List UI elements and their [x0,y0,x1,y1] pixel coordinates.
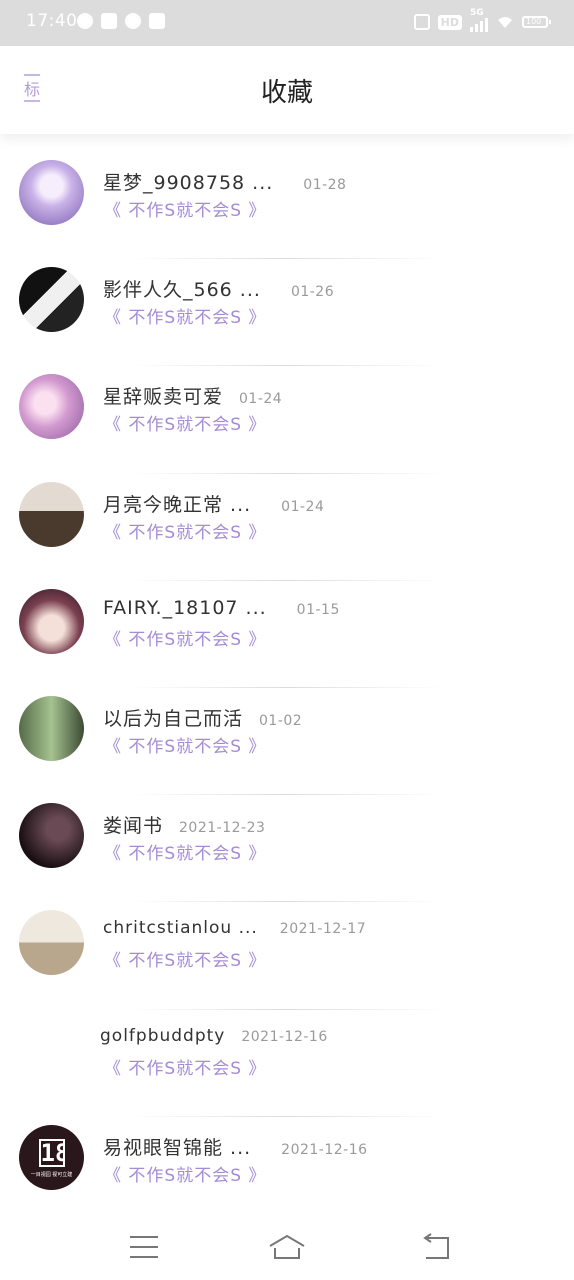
list-item[interactable]: 18 一目视园 视可立建 易视眼智锦能 ... 2021-12-16 《 不作S… [0,1117,574,1224]
status-bar: 17:40 HD 5G 100 [0,0,574,46]
list-item[interactable]: 娄闻书 2021-12-23 《 不作S就不会S 》 [0,795,574,903]
home-icon[interactable] [267,1232,307,1264]
avatar-logo-text: 18 [38,1138,65,1167]
list-item[interactable]: FAIRY._18107 ... 01-15 《 不作S就不会S 》 [0,581,574,688]
list-item[interactable]: 月亮今晚正常 ... 01-24 《 不作S就不会S 》 [0,474,574,581]
item-name: 娄闻书 [103,815,164,838]
navigation-bar [0,1214,574,1280]
chat-icon [125,13,141,29]
item-date: 2021-12-16 [281,1141,368,1158]
item-date: 01-24 [281,498,325,515]
item-date: 2021-12-23 [179,820,266,837]
list-item[interactable]: golfpbuddpty 2021-12-16 《 不作S就不会S 》 [0,1010,574,1117]
item-date: 01-24 [239,391,283,408]
back-icon[interactable] [418,1232,458,1264]
mail-icon [101,13,117,29]
list-item[interactable]: 影伴人久_566 ... 01-26 《 不作S就不会S 》 [0,259,574,367]
avatar[interactable]: 18 一目视园 视可立建 [19,1124,84,1190]
item-date: 01-02 [259,712,303,729]
vibrate-icon [413,14,430,30]
pinwheel-icon [149,13,165,29]
avatar[interactable] [19,588,84,654]
page-title: 收藏 [260,78,313,108]
notification-icons [77,13,165,29]
item-name: 以后为自己而活 [103,707,244,730]
status-time: 17:40 [26,11,78,31]
item-date: 01-15 [296,601,340,618]
avatar[interactable] [19,695,84,761]
item-date: 2021-12-16 [241,1028,328,1045]
list-item[interactable]: 星辞贩卖可爱 01-24 《 不作S就不会S 》 [0,366,574,474]
menu-icon[interactable] [124,1232,164,1264]
item-subtitle[interactable]: 《 不作S就不会S 》 [104,1054,266,1079]
item-name: golfpbuddpty [100,1025,226,1046]
item-subtitle[interactable]: 《 不作S就不会S 》 [104,410,266,435]
list-item[interactable]: 星梦_9908758 ... 01-28 《 不作S就不会S 》 [0,152,574,260]
avatar-caption: 一目视园 视可立建 [30,1171,73,1178]
item-subtitle[interactable]: 《 不作S就不会S 》 [104,1161,266,1186]
system-icons: HD 5G 100 [413,8,551,32]
item-name: FAIRY._18107 ... [103,596,267,619]
item-date: 01-28 [303,177,347,193]
avatar[interactable] [19,481,84,547]
item-name: 星辞贩卖可爱 [103,386,224,409]
item-name: 易视眼智锦能 ... [103,1136,252,1159]
messenger-icon [77,13,93,29]
item-subtitle[interactable]: 《 不作S就不会S 》 [104,732,266,757]
avatar[interactable] [19,160,84,225]
item-name: 月亮今晚正常 ... [103,493,252,516]
hd-icon: HD [437,14,462,30]
item-subtitle[interactable]: 《 不作S就不会S 》 [104,946,266,971]
signal-5g-icon: 5G [470,8,488,32]
wifi-icon [498,17,512,28]
item-name: 星梦_9908758 ... [103,172,274,194]
avatar[interactable] [19,910,84,976]
item-subtitle[interactable]: 《 不作S就不会S 》 [104,518,266,543]
item-name: chritcstianlou ... [103,918,258,939]
battery-icon: 100 [522,16,551,28]
list-item[interactable]: chritcstianlou ... 2021-12-17 《 不作S就不会S … [0,902,574,1010]
item-name: 影伴人久_566 ... [103,279,261,302]
avatar[interactable] [19,803,84,869]
list-item[interactable]: 以后为自己而活 01-02 《 不作S就不会S 》 [0,688,574,796]
avatar[interactable] [19,374,84,440]
item-subtitle[interactable]: 《 不作S就不会S 》 [104,303,266,328]
item-subtitle[interactable]: 《 不作S就不会S 》 [104,625,266,650]
item-date: 01-26 [290,284,335,301]
page-header: 标 收藏 [0,46,574,134]
avatar[interactable] [19,267,84,333]
favorites-list: 星梦_9908758 ... 01-28 《 不作S就不会S 》 影伴人久_56… [0,152,574,1224]
item-subtitle[interactable]: 《 不作S就不会S 》 [104,196,266,221]
item-subtitle[interactable]: 《 不作S就不会S 》 [104,839,266,864]
item-date: 2021-12-17 [279,921,367,938]
